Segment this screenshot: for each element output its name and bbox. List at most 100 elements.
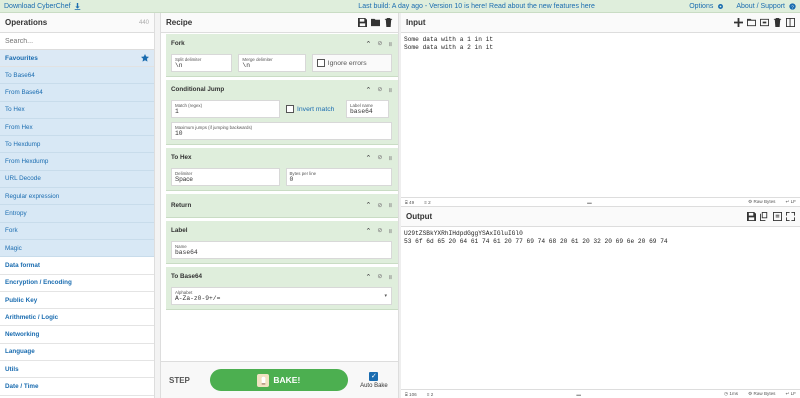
chevron-up-icon[interactable]: ⌃: [365, 154, 371, 162]
op-entropy[interactable]: Entropy: [0, 205, 154, 223]
output-encoding[interactable]: ⚙ Raw Bytes: [748, 391, 775, 397]
recipe-op-to-base64[interactable]: To Base64 ⌃ ⊘ ॥ Alphabet A-Za-z0-9+/= ▾: [166, 267, 398, 310]
bytes-per-line-field[interactable]: Bytes per line 0: [285, 168, 392, 186]
delimiter-field[interactable]: Delimiter Space: [171, 168, 280, 186]
op-magic[interactable]: Magic: [0, 239, 154, 258]
checkbox-box[interactable]: [316, 59, 325, 67]
category-date-time[interactable]: Date / Time: [0, 378, 154, 396]
operations-count: 440: [138, 19, 149, 26]
replace-input-icon[interactable]: [773, 212, 782, 221]
save-icon[interactable]: [747, 212, 756, 221]
star-icon[interactable]: [141, 54, 149, 62]
op-name: Return: [171, 201, 192, 209]
ignore-errors-checkbox[interactable]: Ignore errors: [311, 54, 392, 72]
op-fork[interactable]: Fork: [0, 222, 154, 240]
drag-handle[interactable]: ▬: [587, 200, 592, 205]
auto-bake-toggle[interactable]: ✓ Auto Bake: [358, 371, 390, 389]
save-icon[interactable]: [358, 18, 367, 27]
pause-icon[interactable]: ॥: [388, 86, 392, 94]
match-regex-field[interactable]: Match (regex) 1: [171, 100, 280, 118]
category-data-format[interactable]: Data format: [0, 257, 154, 275]
merge-delimiter-field[interactable]: Merge delimiter \n: [238, 54, 306, 72]
favourites-label: Favourites: [5, 54, 38, 62]
operations-header: Operations 440: [0, 13, 154, 33]
disable-icon[interactable]: ⊘: [377, 202, 382, 209]
alphabet-select[interactable]: Alphabet A-Za-z0-9+/= ▾: [171, 287, 392, 305]
category-utils[interactable]: Utils: [0, 361, 154, 379]
recipe-header: Recipe: [161, 13, 398, 33]
category-networking[interactable]: Networking: [0, 326, 154, 344]
disable-icon[interactable]: ⊘: [377, 154, 382, 161]
output-eol[interactable]: ↵ LF: [785, 391, 796, 397]
open-folder-icon[interactable]: [747, 18, 756, 27]
output-bake-time: ◷ 1ms: [724, 391, 739, 396]
disable-icon[interactable]: ⊘: [377, 40, 382, 47]
op-to-hexdump[interactable]: To Hexdump: [0, 136, 154, 154]
category-public-key[interactable]: Public Key: [0, 291, 154, 310]
pause-icon[interactable]: ॥: [388, 227, 392, 235]
op-from-hex[interactable]: From Hex: [0, 118, 154, 137]
maximum-jumps-field[interactable]: Maximum jumps (if jumping backwards) 10: [171, 122, 392, 140]
op-regular-expression[interactable]: Regular expression: [0, 188, 154, 206]
pause-icon[interactable]: ॥: [388, 154, 392, 162]
recipe-op-conditional-jump[interactable]: Conditional Jump ⌃ ⊘ ॥ Match (regex) 1 Inv…: [166, 80, 398, 145]
about-link[interactable]: About / Support: [736, 3, 785, 10]
dropdown-caret-icon[interactable]: ▾: [384, 293, 387, 299]
op-from-hexdump[interactable]: From Hexdump: [0, 153, 154, 171]
chevron-up-icon[interactable]: ⌃: [365, 86, 371, 94]
category-arithmetic-logic[interactable]: Arithmetic / Logic: [0, 309, 154, 327]
search-input[interactable]: [5, 37, 149, 45]
op-name: Label: [171, 227, 188, 234]
recipe-op-label[interactable]: Label ⌃ ⊘ ॥ Name base64: [166, 221, 398, 264]
trash-icon[interactable]: [384, 18, 393, 27]
recipe-op-return[interactable]: Return ⌃ ⊘ ॥: [166, 194, 398, 218]
drag-handle[interactable]: ▬: [576, 392, 581, 397]
input-textarea[interactable]: Some data with a 1 in it Some data with …: [401, 33, 800, 55]
op-name: Fork: [171, 40, 185, 47]
disable-icon[interactable]: ⊘: [377, 86, 382, 93]
disable-icon[interactable]: ⊘: [377, 227, 382, 234]
label-name-field[interactable]: Label name base64: [346, 100, 389, 118]
op-from-base64[interactable]: From Base64: [0, 84, 154, 102]
chevron-up-icon[interactable]: ⌃: [365, 201, 371, 209]
op-to-hex[interactable]: To Hex: [0, 101, 154, 119]
bake-button[interactable]: BAKE!: [209, 369, 348, 391]
label-name-input[interactable]: Name base64: [171, 241, 392, 259]
output-text[interactable]: U29tZSBkYXRhIHdpdGggYSAxIGluIGl0 53 6f 6…: [401, 227, 800, 249]
favourites-header[interactable]: Favourites: [0, 50, 154, 67]
maximise-icon[interactable]: [786, 212, 795, 221]
help-icon[interactable]: ?: [789, 2, 796, 10]
input-encoding[interactable]: ⚙ Raw Bytes: [748, 199, 775, 205]
layout-icon[interactable]: [786, 18, 795, 27]
op-to-base64[interactable]: To Base64: [0, 67, 154, 85]
invert-match-checkbox[interactable]: Invert match: [286, 100, 340, 118]
checkbox-checked-icon[interactable]: ✓: [369, 371, 379, 381]
op-url-decode[interactable]: URL Decode: [0, 170, 154, 189]
open-file-icon[interactable]: [760, 18, 769, 27]
pause-icon[interactable]: ॥: [388, 273, 392, 281]
checkbox-box[interactable]: [286, 105, 294, 113]
recipe-op-fork[interactable]: Fork ⌃ ⊘ ॥ Split delimiter \n Merge delimi…: [166, 34, 398, 77]
gear-icon[interactable]: [717, 3, 724, 10]
category-language[interactable]: Language: [0, 343, 154, 362]
pause-icon[interactable]: ॥: [388, 201, 392, 209]
chevron-up-icon[interactable]: ⌃: [365, 40, 371, 48]
download-icon[interactable]: [74, 2, 81, 10]
trash-icon[interactable]: [773, 18, 782, 27]
copy-icon[interactable]: [760, 212, 769, 221]
chevron-up-icon[interactable]: ⌃: [365, 273, 371, 281]
step-button[interactable]: STEP: [169, 376, 207, 385]
pause-icon[interactable]: ॥: [388, 40, 392, 48]
input-eol[interactable]: ↵ LF: [785, 199, 796, 205]
disable-icon[interactable]: ⊘: [377, 273, 382, 280]
category-encryption-encoding[interactable]: Encryption / Encoding: [0, 274, 154, 292]
split-delimiter-field[interactable]: Split delimiter \n: [171, 54, 233, 72]
operations-title: Operations: [5, 18, 48, 27]
download-link[interactable]: Download CyberChef: [4, 3, 71, 10]
chevron-up-icon[interactable]: ⌃: [365, 227, 371, 235]
options-link[interactable]: Options: [689, 3, 713, 10]
build-notice[interactable]: Last build: A day ago - Version 10 is he…: [264, 3, 689, 10]
add-tab-icon[interactable]: [734, 18, 743, 27]
recipe-op-to-hex[interactable]: To Hex ⌃ ⊘ ॥ Delimiter Space Bytes per lin…: [166, 148, 398, 191]
folder-icon[interactable]: [371, 18, 380, 27]
